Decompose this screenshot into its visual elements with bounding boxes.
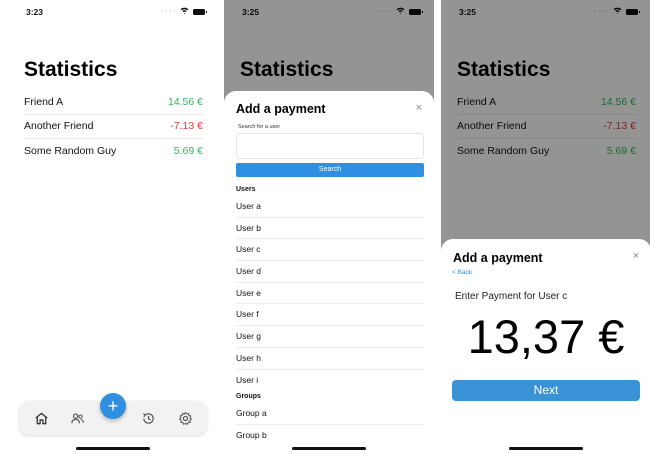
next-button[interactable]: Next xyxy=(452,380,640,401)
page-title: Statistics xyxy=(24,58,118,81)
list-item[interactable]: User h xyxy=(236,348,424,370)
statistics-screen: 3:23 · · · · Statistics Friend A 14.56 €… xyxy=(8,0,218,454)
status-icons: · · · · xyxy=(160,7,207,16)
wifi-icon xyxy=(180,7,189,16)
enter-payment-screen: 3:25 · · · · Statistics Friend A 14.56 €… xyxy=(441,0,650,454)
payment-amount-input[interactable]: 13,37 € xyxy=(441,309,650,364)
tab-history[interactable] xyxy=(139,409,157,427)
users-section-header: Users xyxy=(236,186,256,193)
friend-row[interactable]: Some Random Guy 5.69 € xyxy=(24,139,203,164)
list-item[interactable]: User c xyxy=(236,239,424,262)
tab-users[interactable] xyxy=(68,409,86,427)
status-bar: 3:23 · · · · xyxy=(8,7,218,19)
enter-payment-sheet: Add a payment × < Back Enter Payment for… xyxy=(441,239,650,454)
close-icon[interactable]: × xyxy=(416,102,422,114)
back-link[interactable]: < Back xyxy=(452,269,472,276)
list-item[interactable]: User b xyxy=(236,218,424,240)
list-item[interactable]: User g xyxy=(236,326,424,348)
friend-balance: 5.69 € xyxy=(173,145,203,158)
battery-icon xyxy=(193,8,207,15)
history-icon xyxy=(142,412,154,424)
sheet-title: Add a payment xyxy=(453,251,543,265)
friend-row[interactable]: Another Friend -7.13 € xyxy=(24,115,203,139)
home-indicator xyxy=(76,447,150,450)
signal-icon: · · · · xyxy=(160,8,176,15)
add-payment-search-screen: 3:25 · · · · Statistics Add a payment × … xyxy=(224,0,434,454)
payment-prompt: Enter Payment for User c xyxy=(455,291,568,302)
friend-name: Some Random Guy xyxy=(24,145,117,158)
home-indicator xyxy=(292,447,366,450)
friend-name: Another Friend xyxy=(24,120,94,133)
friend-balance: -7.13 € xyxy=(170,120,203,133)
groups-section-header: Groups xyxy=(236,393,261,401)
friend-name: Friend A xyxy=(24,95,64,108)
friend-balance: 14.56 € xyxy=(167,95,203,108)
home-indicator xyxy=(509,447,583,450)
user-group-list: Users User a User b User c User d User e… xyxy=(236,184,424,447)
add-payment-button[interactable]: + xyxy=(100,393,126,419)
sheet-title: Add a payment xyxy=(236,102,326,116)
status-time: 3:23 xyxy=(26,7,44,17)
search-button[interactable]: Search xyxy=(236,163,424,177)
add-payment-sheet: Add a payment × Search for a user Search… xyxy=(224,91,434,454)
search-input[interactable] xyxy=(236,133,424,159)
list-item[interactable]: User e xyxy=(236,283,424,305)
tab-home[interactable] xyxy=(32,409,50,427)
tab-settings[interactable] xyxy=(176,409,194,427)
friend-row[interactable]: Friend A 14.56 € xyxy=(24,90,203,115)
list-item[interactable]: Group b xyxy=(236,425,424,447)
users-icon xyxy=(70,412,84,423)
gear-icon xyxy=(178,411,192,425)
list-item[interactable]: User d xyxy=(236,261,424,283)
close-icon[interactable]: × xyxy=(633,250,639,262)
list-item[interactable]: User i xyxy=(236,370,424,392)
friend-balance-list: Friend A 14.56 € Another Friend -7.13 € … xyxy=(24,90,203,164)
home-icon xyxy=(34,412,48,424)
list-item[interactable]: Group a xyxy=(236,403,424,425)
search-label: Search for a user xyxy=(238,124,281,130)
list-item[interactable]: User a xyxy=(236,196,424,218)
list-item[interactable]: User f xyxy=(236,304,424,327)
